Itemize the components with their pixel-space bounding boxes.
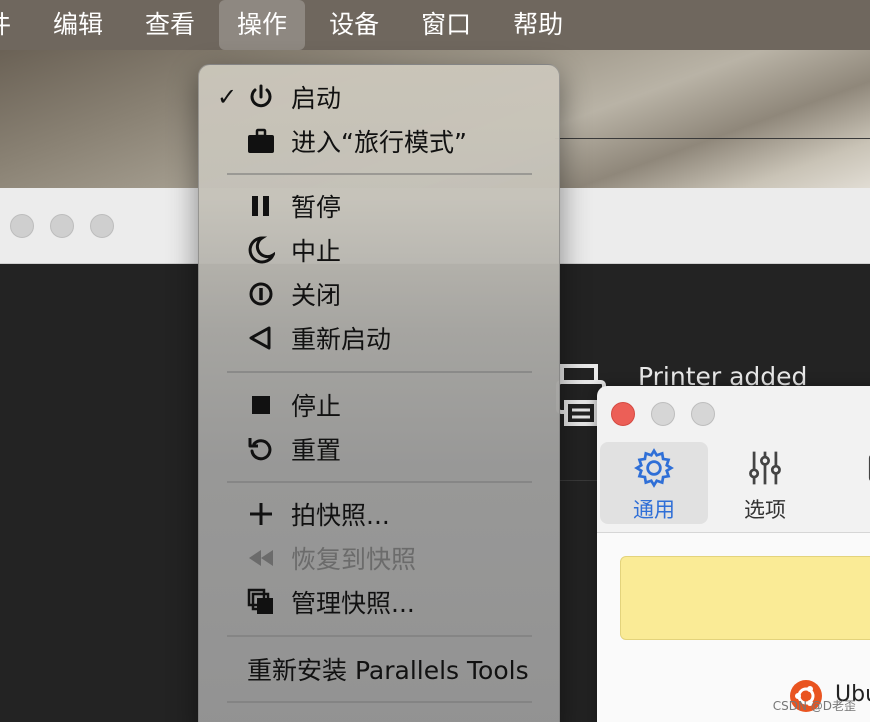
plus-icon	[250, 503, 272, 525]
menu-item-label: 重新启动	[291, 325, 392, 354]
menu-separator	[227, 173, 532, 175]
pause-icon	[252, 196, 269, 216]
menu-item-label: 停止	[291, 392, 342, 421]
vm-minimize-button[interactable]	[50, 214, 74, 238]
menu-item-restart[interactable]: 重新启动	[199, 316, 561, 360]
checkmark-icon: ✓	[217, 83, 238, 111]
menubar: 件 编辑 查看 操作 设备 窗口 帮助	[0, 0, 870, 50]
chip-icon	[868, 455, 870, 481]
rewind-icon	[249, 550, 273, 566]
tab-options[interactable]: 选项	[711, 442, 819, 524]
settings-window: 通用 选项 硬 Ubu	[597, 386, 870, 722]
stacked-squares-icon	[247, 588, 273, 614]
vm-divider	[555, 138, 870, 139]
shutdown-icon	[249, 282, 273, 306]
sliders-icon	[749, 451, 781, 485]
menu-file[interactable]: 件	[0, 0, 29, 50]
menu-item-label: 启动	[291, 84, 342, 113]
tab-general-label: 通用	[633, 498, 675, 522]
menu-item-label: 关闭	[291, 281, 342, 310]
warning-box	[620, 556, 870, 640]
menu-item-shutdown[interactable]: 关闭	[199, 272, 561, 316]
menu-separator	[227, 481, 532, 483]
menu-item-label: 暂停	[291, 193, 342, 222]
watermark: CSDN @D老歪	[772, 699, 856, 713]
tab-hardware[interactable]: 硬	[823, 442, 870, 524]
menu-actions[interactable]: 操作	[219, 0, 306, 50]
menu-item-label: 中止	[291, 237, 342, 266]
vm-close-button[interactable]	[10, 214, 34, 238]
menu-item-label: 进入“旅行模式”	[291, 128, 467, 157]
restart-triangle-icon	[249, 326, 271, 350]
menu-item-travel-mode[interactable]: 进入“旅行模式”	[199, 119, 561, 163]
menu-devices[interactable]: 设备	[311, 0, 397, 50]
settings-minimize-button[interactable]	[651, 402, 675, 426]
menu-item-reset[interactable]: 重置	[199, 427, 561, 471]
menu-item-pause[interactable]: 暂停	[199, 184, 561, 228]
menu-window[interactable]: 窗口	[403, 0, 489, 50]
power-icon	[250, 84, 272, 108]
menu-separator	[227, 371, 532, 373]
briefcase-icon	[248, 128, 274, 153]
settings-zoom-button[interactable]	[691, 402, 715, 426]
gear-icon	[634, 448, 674, 488]
menu-item-label: 重置	[291, 436, 342, 465]
tab-general[interactable]: 通用	[600, 442, 708, 524]
tab-options-label: 选项	[744, 498, 786, 522]
vm-zoom-button[interactable]	[90, 214, 114, 238]
stop-square-icon	[252, 396, 270, 414]
menu-separator	[227, 701, 532, 703]
menu-item-take-snapshot[interactable]: 拍快照...	[199, 492, 561, 536]
menu-item-reinstall-tools[interactable]: 重新安装 Parallels Tools	[199, 647, 561, 691]
menu-edit[interactable]: 编辑	[35, 0, 121, 50]
menu-item-stop[interactable]: 停止	[199, 383, 561, 427]
menu-item-suspend[interactable]: 中止	[199, 228, 561, 272]
settings-close-button[interactable]	[611, 402, 635, 426]
reset-arrow-icon	[248, 438, 272, 461]
menu-item-label: 拍快照...	[291, 501, 390, 530]
menu-item-manage-snapshots[interactable]: 管理快照...	[199, 580, 561, 624]
menu-item-label: 重新安装 Parallels Tools	[247, 656, 529, 685]
moon-icon	[248, 236, 275, 264]
menu-item-label: 管理快照...	[291, 589, 415, 618]
menu-item-start[interactable]: ✓ 启动	[199, 75, 561, 119]
menu-help[interactable]: 帮助	[495, 0, 581, 50]
actions-dropdown-menu: ✓ 启动 进入“旅行模式” 暂停 中止 关闭 重新启动 停止 重置 拍快照...…	[198, 64, 560, 722]
menu-view[interactable]: 查看	[127, 0, 213, 50]
menu-item-label: 恢复到快照	[291, 545, 417, 574]
menu-item-revert-snapshot: 恢复到快照	[199, 536, 561, 580]
menu-separator	[227, 635, 532, 637]
